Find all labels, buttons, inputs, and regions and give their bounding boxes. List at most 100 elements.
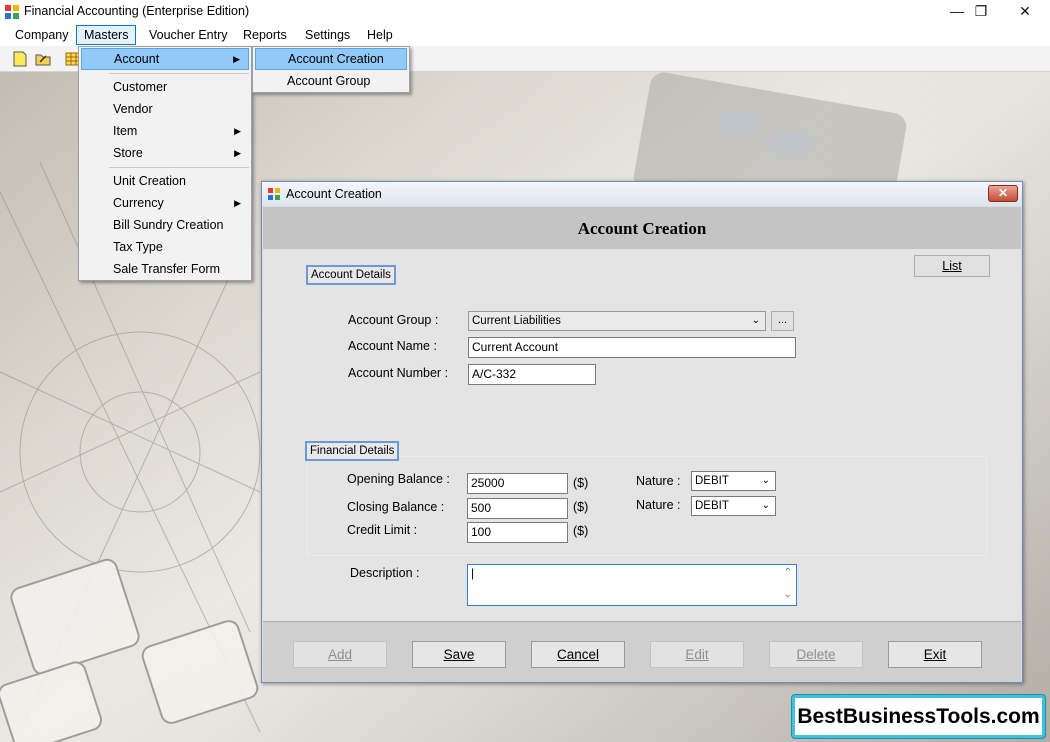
new-file-icon[interactable] [11, 50, 29, 68]
submenu-arrow-icon: ▶ [234, 198, 241, 208]
account-group-select[interactable]: Current Liabilities ⌄ [468, 311, 766, 331]
account-group-browse-button[interactable]: ... [771, 311, 794, 331]
list-button[interactable]: List [914, 255, 990, 277]
nature-closing-value: DEBIT [695, 500, 729, 512]
cancel-button[interactable]: Cancel [531, 641, 625, 668]
restore-button[interactable]: ❐ [958, 0, 1004, 24]
exit-button-label: Exit [923, 647, 947, 662]
menu-separator [109, 167, 249, 168]
credit-limit-input[interactable]: 100 [467, 522, 568, 543]
account-details-label: Account Details [306, 265, 396, 285]
account-group-value: Current Liabilities [472, 315, 561, 327]
brand-watermark: BestBusinessTools.com [792, 695, 1045, 738]
financial-details-label: Financial Details [305, 441, 400, 461]
title-bar: Financial Accounting (Enterprise Edition… [0, 0, 1050, 24]
menu-item-customer-label: Customer [113, 80, 168, 94]
menu-reports[interactable]: Reports [236, 25, 294, 45]
dialog-header: Account Creation [263, 207, 1021, 249]
credit-limit-label: Credit Limit : [347, 523, 418, 537]
dialog-title: Account Creation [286, 187, 382, 201]
account-name-input[interactable]: Current Account [468, 337, 796, 358]
menu-item-account[interactable]: Account ▶ [81, 48, 249, 70]
closing-balance-input[interactable]: 500 [467, 498, 568, 519]
menu-item-store[interactable]: Store ▶ [81, 142, 249, 164]
dialog-heading: Account Creation [577, 219, 707, 238]
chevron-down-icon: ⌄ [751, 315, 760, 326]
exit-button[interactable]: Exit [888, 641, 982, 668]
chevron-down-icon: ⌄ [761, 500, 770, 511]
masters-menu: Account ▶ Customer Vendor Item ▶ Store ▶… [78, 46, 252, 281]
menu-item-unit-creation-label: Unit Creation [113, 174, 186, 188]
nature-opening-label: Nature : [636, 474, 681, 488]
edit-button-label: Edit [685, 647, 709, 662]
menu-bar: Company Masters Voucher Entry Reports Se… [0, 24, 1050, 46]
account-number-input[interactable]: A/C-332 [468, 364, 596, 385]
menu-item-currency[interactable]: Currency ▶ [81, 192, 249, 214]
dialog-app-icon [268, 188, 280, 200]
nature-closing-label: Nature : [636, 498, 681, 512]
closing-balance-unit: ($) [573, 500, 589, 514]
menu-item-vendor[interactable]: Vendor [81, 98, 249, 120]
delete-button-label: Delete [796, 647, 836, 662]
window-close-button[interactable]: ✕ [1002, 0, 1048, 24]
submenu-arrow-icon: ▶ [234, 148, 241, 158]
open-folder-icon[interactable] [34, 50, 52, 68]
menu-settings[interactable]: Settings [298, 25, 357, 45]
menu-item-account-label: Account [114, 52, 160, 66]
menu-item-currency-label: Currency [113, 196, 164, 210]
account-submenu: Account Creation Account Group [252, 46, 410, 93]
nature-opening-select[interactable]: DEBIT ⌄ [691, 471, 776, 491]
edit-button[interactable]: Edit [650, 641, 744, 668]
window-title: Financial Accounting (Enterprise Edition… [24, 4, 250, 18]
menu-separator [109, 73, 249, 74]
menu-item-customer[interactable]: Customer [81, 76, 249, 98]
menu-item-sale-transfer-label: Sale Transfer Form [113, 262, 220, 276]
menu-item-account-group-label: Account Group [287, 74, 371, 88]
add-button[interactable]: Add [293, 641, 387, 668]
menu-item-bill-sundry-label: Bill Sundry Creation [113, 218, 224, 232]
dialog-footer: Add Save Cancel Edit Delete Exit [263, 621, 1021, 682]
account-name-label: Account Name : [348, 339, 437, 353]
menu-masters[interactable]: Masters [76, 25, 137, 45]
opening-balance-input[interactable]: 25000 [467, 473, 568, 494]
nature-closing-select[interactable]: DEBIT ⌄ [691, 496, 776, 516]
opening-balance-label: Opening Balance : [347, 472, 450, 486]
delete-button[interactable]: Delete [769, 641, 863, 668]
menu-item-tax-type[interactable]: Tax Type [81, 236, 249, 258]
menu-voucher-entry[interactable]: Voucher Entry [142, 25, 235, 45]
scroll-down-icon[interactable]: ⌄ [784, 587, 792, 603]
dialog-body: Account Details List Account Group : Cur… [263, 249, 1021, 621]
cancel-button-label: Cancel [556, 647, 600, 662]
chevron-down-icon: ⌄ [761, 475, 770, 486]
description-label: Description : [350, 566, 420, 580]
menu-item-account-creation[interactable]: Account Creation [255, 48, 407, 70]
menu-item-account-creation-label: Account Creation [288, 52, 384, 66]
menu-item-bill-sundry-creation[interactable]: Bill Sundry Creation [81, 214, 249, 236]
menu-company[interactable]: Company [8, 25, 76, 45]
menu-item-unit-creation[interactable]: Unit Creation [81, 170, 249, 192]
save-button[interactable]: Save [412, 641, 506, 668]
add-button-label: Add [327, 647, 353, 662]
description-caret: | [471, 566, 475, 580]
description-textarea[interactable]: | ⌃ ⌄ [467, 564, 797, 606]
opening-balance-unit: ($) [573, 476, 589, 490]
nature-opening-value: DEBIT [695, 475, 729, 487]
save-button-label: Save [443, 647, 475, 662]
dialog-close-button[interactable]: ✕ [988, 185, 1018, 202]
app-icon [5, 5, 19, 19]
account-group-label: Account Group : [348, 313, 439, 327]
menu-item-item-label: Item [113, 124, 138, 138]
menu-item-account-group[interactable]: Account Group [255, 70, 407, 92]
menu-item-tax-type-label: Tax Type [113, 240, 163, 254]
menu-item-item[interactable]: Item ▶ [81, 120, 249, 142]
account-creation-dialog: Account Creation ✕ Account Creation Acco… [261, 181, 1023, 683]
dialog-title-bar: Account Creation ✕ [262, 182, 1022, 206]
credit-limit-unit: ($) [573, 524, 589, 538]
scroll-up-icon[interactable]: ⌃ [784, 565, 792, 581]
menu-item-store-label: Store [113, 146, 143, 160]
menu-item-vendor-label: Vendor [113, 102, 153, 116]
submenu-arrow-icon: ▶ [233, 54, 240, 64]
menu-item-sale-transfer-form[interactable]: Sale Transfer Form [81, 258, 249, 280]
menu-help[interactable]: Help [360, 25, 400, 45]
account-number-label: Account Number : [348, 366, 449, 380]
